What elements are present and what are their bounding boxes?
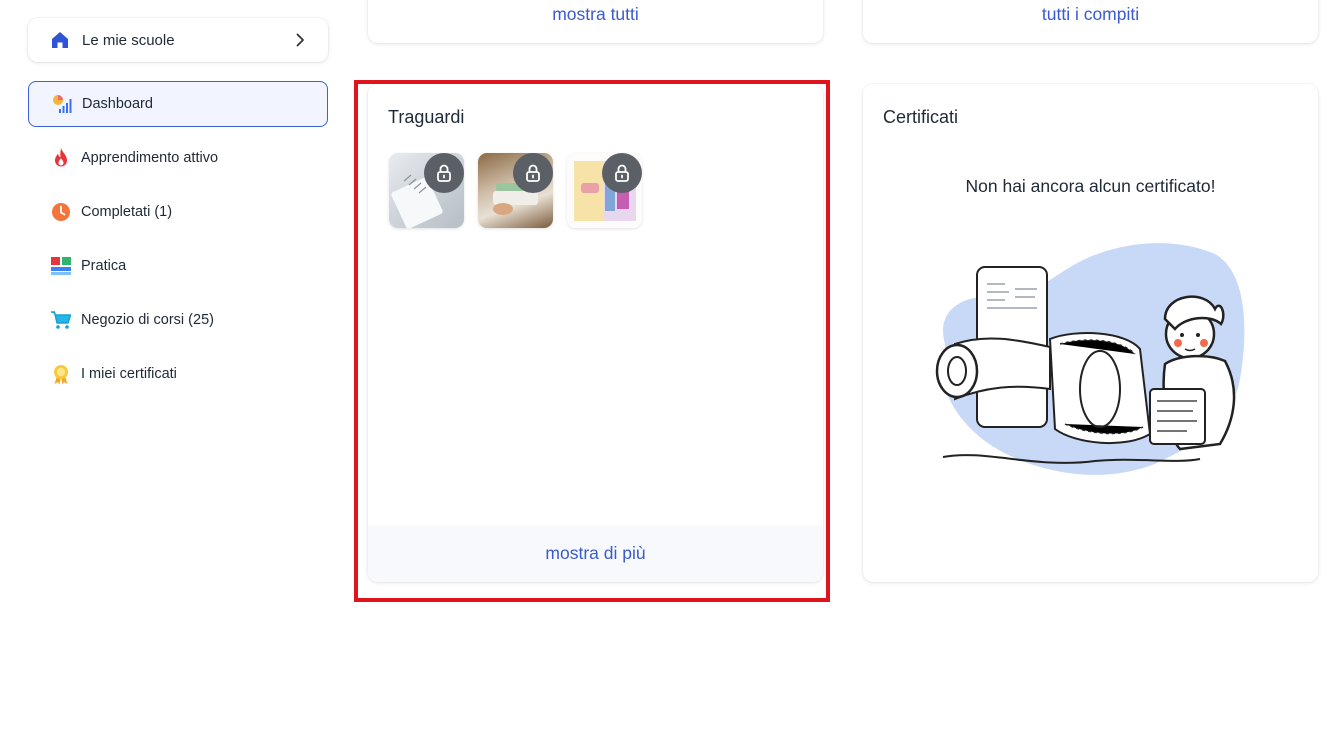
achievement-badge[interactable]	[389, 153, 464, 228]
achievements-title: Traguardi	[388, 107, 465, 127]
shopping-cart-icon	[50, 309, 72, 331]
my-schools-button[interactable]: Le mie scuole	[28, 18, 328, 62]
dashboard-chart-icon	[51, 93, 73, 115]
sidebar-item-practice[interactable]: Pratica	[28, 243, 328, 289]
sidebar-item-label: Dashboard	[82, 96, 153, 112]
chevron-right-icon	[292, 32, 308, 48]
sidebar-item-label: Completati (1)	[81, 204, 173, 220]
top-card-right: tutti i compiti	[863, 0, 1318, 43]
achievements-card: Traguardi mostra di più	[368, 84, 823, 582]
sidebar-item-label: I miei certificati	[81, 366, 177, 382]
sidebar-item-my-certificates[interactable]: I miei certificati	[28, 351, 328, 397]
flame-icon	[50, 147, 72, 169]
show-all-link[interactable]: mostra tutti	[368, 4, 823, 25]
grid-blocks-icon	[50, 255, 72, 277]
clock-icon	[50, 201, 72, 223]
certificates-card: Certificati Non hai ancora alcun certifi…	[863, 84, 1318, 582]
lock-icon	[513, 153, 553, 193]
lock-icon	[424, 153, 464, 193]
achievement-badges	[389, 153, 642, 228]
all-tasks-link[interactable]: tutti i compiti	[863, 4, 1318, 25]
achievement-badge[interactable]	[567, 153, 642, 228]
sidebar-item-completed[interactable]: Completati (1)	[28, 189, 328, 235]
achievements-footer: mostra di più	[368, 525, 823, 582]
certificates-title: Certificati	[883, 107, 959, 127]
sidebar-item-label: Apprendimento attivo	[81, 150, 219, 166]
top-card-left: mostra tutti	[368, 0, 823, 43]
achievement-badge[interactable]	[478, 153, 553, 228]
show-more-link[interactable]: mostra di più	[545, 543, 645, 564]
sidebar-item-active-learning[interactable]: Apprendimento attivo	[28, 135, 328, 181]
sidebar-item-label: Negozio di corsi (25)	[81, 312, 214, 328]
sidebar-item-label: Pratica	[81, 258, 127, 274]
empty-certificates-illustration	[925, 239, 1255, 484]
sidebar-item-dashboard[interactable]: Dashboard	[28, 81, 328, 127]
my-schools-label: Le mie scuole	[82, 31, 175, 49]
home-icon	[50, 30, 70, 50]
sidebar-item-course-shop[interactable]: Negozio di corsi (25)	[28, 297, 328, 343]
certificates-empty-message: Non hai ancora alcun certificato!	[965, 176, 1216, 196]
sidebar-nav: Dashboard Apprendimento attivo Completat…	[28, 81, 328, 405]
lock-icon	[602, 153, 642, 193]
award-ribbon-icon	[50, 363, 72, 385]
